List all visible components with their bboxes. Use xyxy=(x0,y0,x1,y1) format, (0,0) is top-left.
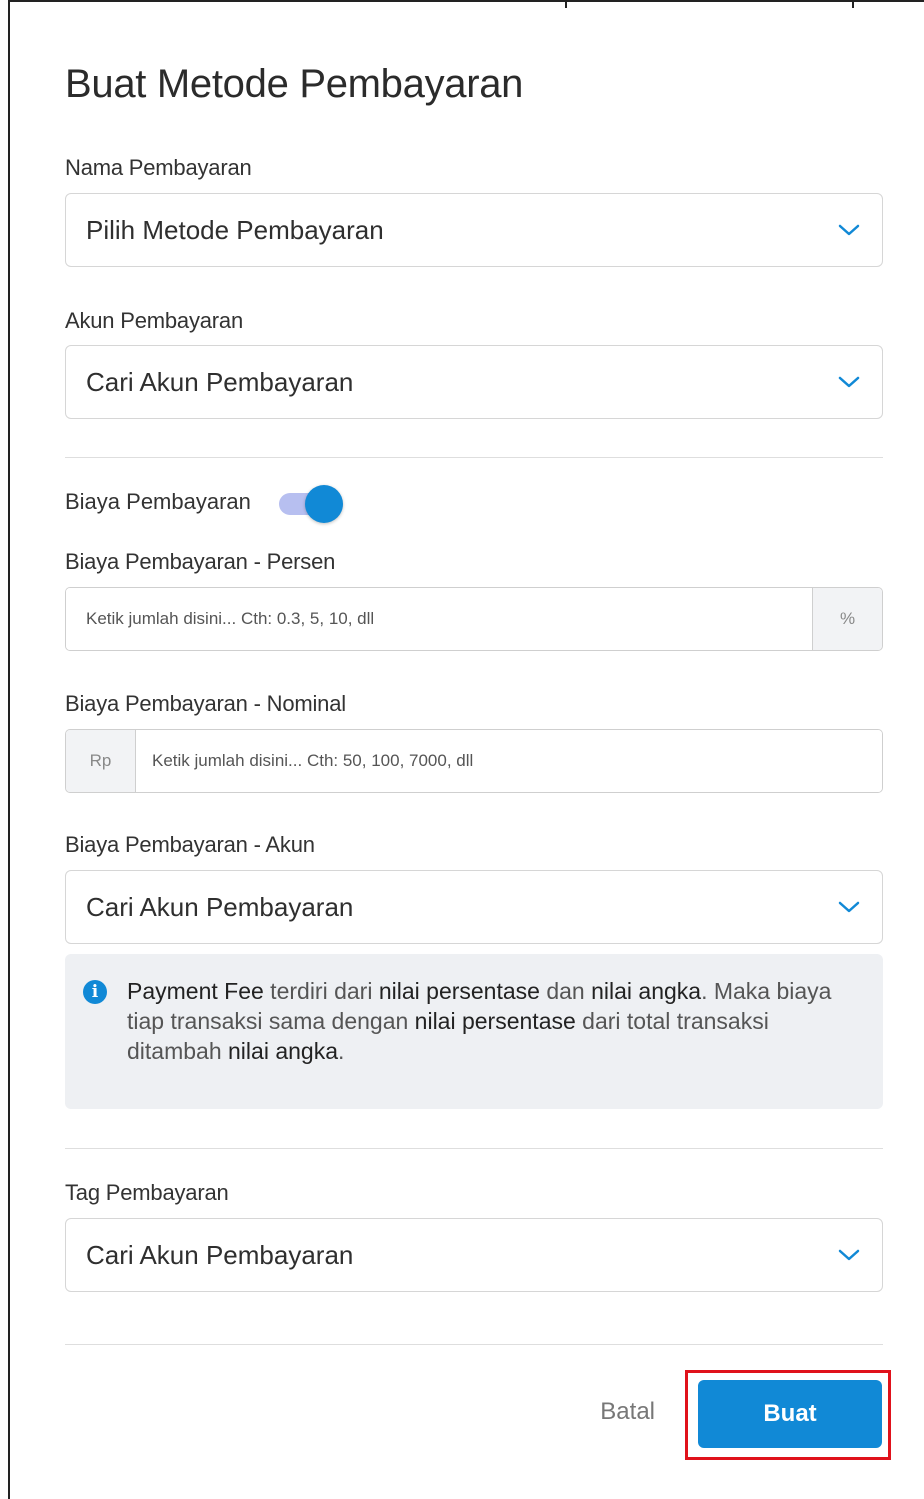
fee-account-select[interactable]: Cari Akun Pembayaran xyxy=(65,870,883,944)
fee-percent-group: % xyxy=(65,587,883,651)
info-bold: Payment Fee xyxy=(127,978,264,1004)
info-span: dan xyxy=(539,978,592,1004)
info-bold: nilai persentase xyxy=(378,978,540,1004)
footer-divider xyxy=(65,1344,883,1345)
payment-method-select[interactable]: Pilih Metode Pembayaran xyxy=(65,193,883,267)
fee-nominal-input[interactable] xyxy=(136,730,882,792)
dialog-footer: Batal Buat xyxy=(65,1370,891,1460)
section-divider xyxy=(65,457,883,458)
fee-nominal-label: Biaya Pembayaran - Nominal xyxy=(65,691,346,716)
fee-percent-input[interactable] xyxy=(66,588,812,650)
payment-account-label: Akun Pembayaran xyxy=(65,308,243,333)
cancel-button[interactable]: Batal xyxy=(600,1398,655,1426)
payment-method-value: Pilih Metode Pembayaran xyxy=(86,214,384,245)
info-span: terdiri dari xyxy=(263,978,379,1004)
top-edge-mark xyxy=(565,0,567,8)
chevron-down-icon xyxy=(838,224,860,236)
payment-tag-select[interactable]: Cari Akun Pembayaran xyxy=(65,1218,883,1292)
info-bold: nilai persentase xyxy=(414,1008,576,1034)
payment-account-value: Cari Akun Pembayaran xyxy=(86,366,354,397)
chevron-down-icon xyxy=(838,1249,860,1261)
payment-tag-value: Cari Akun Pembayaran xyxy=(86,1239,354,1270)
create-button[interactable]: Buat xyxy=(698,1380,882,1448)
payment-fee-toggle[interactable] xyxy=(277,485,343,523)
payment-fee-label: Biaya Pembayaran xyxy=(65,489,251,514)
payment-name-label: Nama Pembayaran xyxy=(65,155,252,180)
percent-suffix: % xyxy=(812,588,882,650)
fee-account-value: Cari Akun Pembayaran xyxy=(86,891,354,922)
fee-percent-label: Biaya Pembayaran - Persen xyxy=(65,549,336,574)
section-divider xyxy=(65,1148,883,1149)
toggle-knob xyxy=(304,485,343,523)
page-title: Buat Metode Pembayaran xyxy=(65,62,524,106)
top-edge-mark xyxy=(852,0,854,8)
payment-account-select[interactable]: Cari Akun Pembayaran xyxy=(65,345,883,419)
payment-fee-row: Biaya Pembayaran xyxy=(65,485,343,523)
info-icon: i xyxy=(83,980,107,1004)
info-text: Payment Fee terdiri dari nilai persentas… xyxy=(127,978,831,1064)
fee-nominal-group: Rp xyxy=(65,729,883,793)
payment-fee-info: i Payment Fee terdiri dari nilai persent… xyxy=(65,954,883,1109)
info-bold: nilai angka xyxy=(228,1038,338,1064)
chevron-down-icon xyxy=(838,376,860,388)
fee-account-label: Biaya Pembayaran - Akun xyxy=(65,832,315,857)
currency-prefix: Rp xyxy=(66,730,136,792)
payment-tag-label: Tag Pembayaran xyxy=(65,1180,229,1205)
chevron-down-icon xyxy=(838,901,860,913)
info-bold: nilai angka xyxy=(591,978,702,1004)
info-span: . xyxy=(337,1038,345,1064)
